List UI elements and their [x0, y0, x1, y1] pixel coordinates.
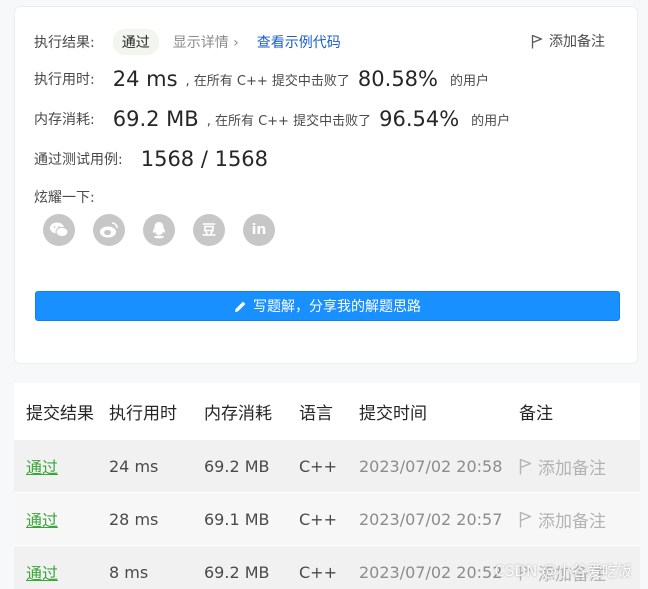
share-label: 炫耀一下:	[34, 190, 95, 206]
cell-language: C++	[299, 562, 337, 582]
submissions-table: 提交结果 执行用时 内存消耗 语言 提交时间 备注 通过 24 ms 69.2 …	[14, 383, 640, 589]
runtime-value: 24 ms	[112, 67, 178, 91]
header-status: 提交结果	[26, 403, 94, 424]
runtime-beat-text: , 在所有 C++ 提交中击败了	[185, 73, 350, 89]
qq-icon[interactable]	[143, 214, 175, 246]
status-badge: 通过	[112, 29, 159, 55]
result-label: 执行结果:	[34, 35, 95, 51]
cell-runtime: 28 ms	[109, 509, 159, 529]
header-time: 提交时间	[359, 403, 427, 424]
runtime-percent: 80.58%	[357, 67, 438, 91]
tests-value: 1568 / 1568	[140, 147, 269, 171]
watermark: CSDN @小谷爱吃饭	[494, 562, 632, 580]
note-label: 添加备注	[538, 511, 606, 532]
show-details-link[interactable]: 显示详情 ›	[173, 32, 239, 52]
linkedin-glyph: in	[251, 222, 267, 238]
cell-language: C++	[299, 509, 337, 529]
cell-runtime: 8 ms	[109, 562, 149, 582]
header-note: 备注	[519, 403, 553, 424]
table-row: 通过 28 ms 69.1 MB C++ 2023/07/02 20:57 添加…	[14, 492, 640, 545]
cell-time: 2023/07/02 20:58	[359, 456, 503, 476]
result-row: 执行结果: 通过 显示详情 › 查看示例代码	[34, 29, 341, 55]
add-note-label: 添加备注	[549, 34, 605, 50]
table-row: 通过 24 ms 69.2 MB C++ 2023/07/02 20:58 添加…	[14, 439, 640, 492]
write-solution-button[interactable]: 写题解，分享我的解题思路	[35, 291, 620, 321]
add-note-row-button[interactable]: 添加备注	[519, 507, 640, 532]
status-link[interactable]: 通过	[26, 511, 58, 530]
douban-icon[interactable]: 豆	[193, 214, 225, 246]
cell-memory: 69.2 MB	[204, 456, 270, 476]
tests-row: 通过测试用例: 1568 / 1568	[34, 147, 268, 171]
memory-percent: 96.54%	[379, 107, 460, 131]
memory-beat-text: , 在所有 C++ 提交中击败了	[206, 113, 372, 129]
runtime-label: 执行用时:	[34, 72, 95, 88]
memory-value: 69.2 MB	[112, 107, 199, 131]
runtime-users-text: 的用户	[450, 73, 490, 89]
cell-memory: 69.1 MB	[204, 509, 270, 529]
flag-icon	[519, 458, 532, 474]
example-code-link[interactable]: 查看示例代码	[257, 32, 341, 52]
header-runtime: 执行用时	[109, 403, 177, 424]
submission-result-card: 执行结果: 通过 显示详情 › 查看示例代码 添加备注 执行用时: 24 ms …	[14, 6, 638, 364]
wechat-icon[interactable]	[43, 214, 75, 246]
cell-time: 2023/07/02 20:57	[359, 509, 503, 529]
cell-memory: 69.2 MB	[204, 562, 270, 582]
header-memory: 内存消耗	[204, 403, 272, 424]
memory-label: 内存消耗:	[34, 112, 95, 128]
memory-row: 内存消耗: 69.2 MB , 在所有 C++ 提交中击败了 96.54% 的用…	[34, 107, 510, 131]
weibo-icon[interactable]	[93, 214, 125, 246]
cell-language: C++	[299, 456, 337, 476]
note-label: 添加备注	[538, 458, 606, 479]
header-language: 语言	[299, 403, 333, 424]
runtime-row: 执行用时: 24 ms , 在所有 C++ 提交中击败了 80.58% 的用户	[34, 67, 489, 91]
linkedin-icon[interactable]: in	[243, 214, 275, 246]
add-note-button[interactable]: 添加备注	[531, 31, 605, 51]
status-link[interactable]: 通过	[26, 564, 58, 583]
write-solution-label: 写题解，分享我的解题思路	[253, 299, 421, 315]
tests-label: 通过测试用例:	[34, 152, 123, 168]
status-link[interactable]: 通过	[26, 458, 58, 477]
flag-icon	[519, 511, 532, 527]
share-icons: 豆 in	[43, 214, 275, 246]
add-note-row-button[interactable]: 添加备注	[519, 454, 640, 479]
flag-icon	[531, 34, 543, 48]
cell-runtime: 24 ms	[109, 456, 159, 476]
share-row: 炫耀一下:	[34, 187, 95, 207]
memory-users-text: 的用户	[471, 113, 511, 129]
table-header: 提交结果 执行用时 内存消耗 语言 提交时间 备注	[14, 383, 640, 439]
pencil-icon	[235, 301, 246, 312]
douban-glyph: 豆	[202, 223, 216, 239]
